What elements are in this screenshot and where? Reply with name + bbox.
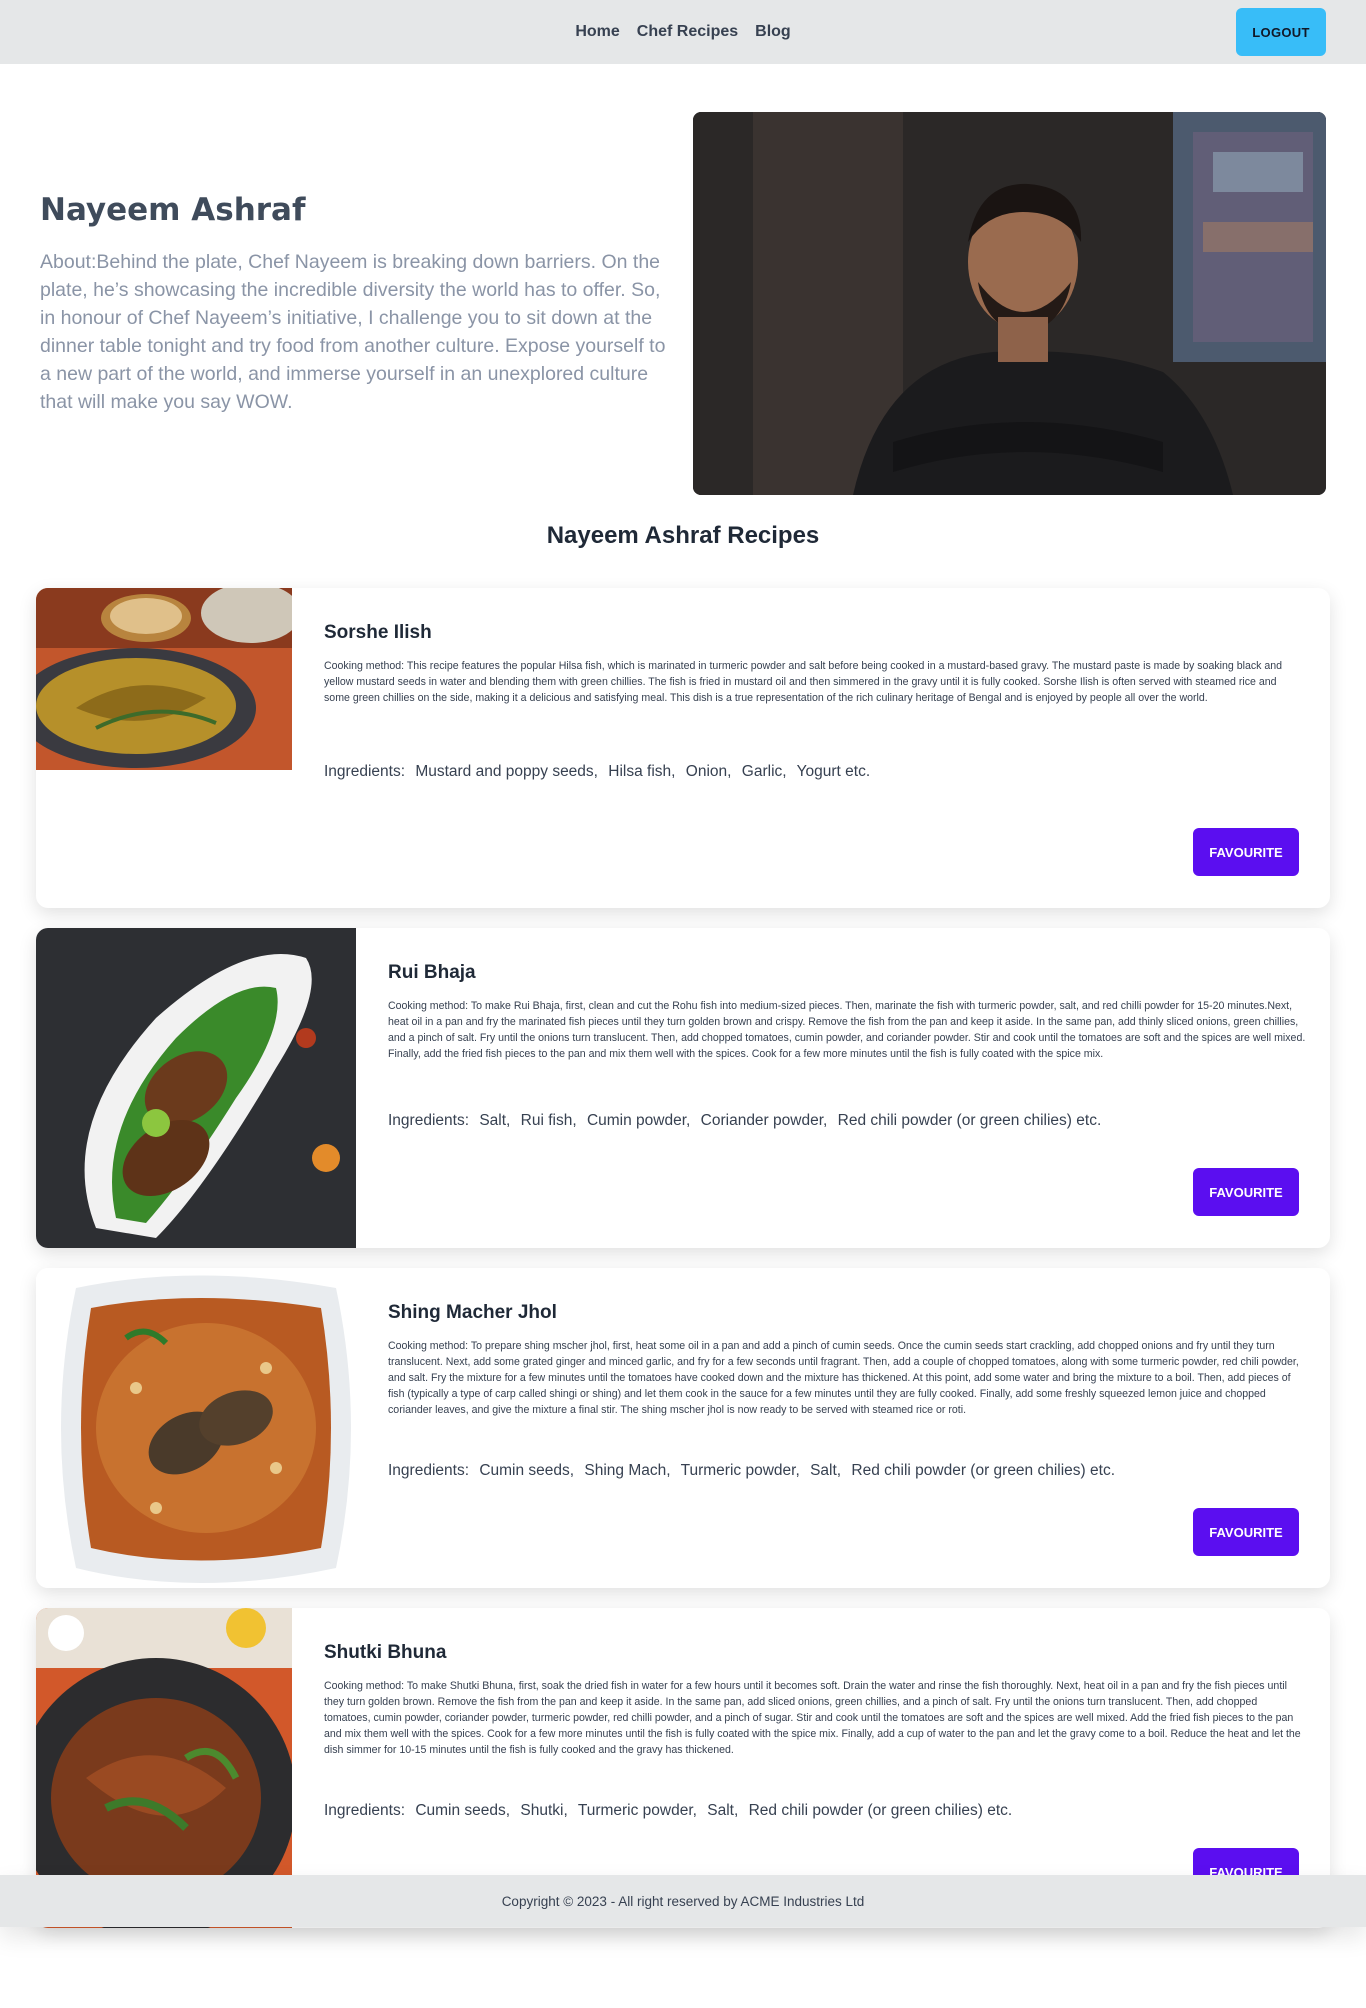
- ingredient: Cumin powder,: [586, 1112, 691, 1129]
- ingredient: Shutki,: [520, 1802, 568, 1819]
- recipe-ingredients: Ingredients: Salt, Rui fish, Cumin powde…: [388, 1112, 1107, 1130]
- chef-name: Nayeem Ashraf: [40, 192, 306, 228]
- recipe-card: Sorshe Ilish Cooking method: This recipe…: [36, 588, 1330, 908]
- ingredient: Rui fish,: [520, 1112, 577, 1129]
- recipe-title: Shing Macher Jhol: [388, 1302, 557, 1323]
- recipe-title: Shutki Bhuna: [324, 1642, 447, 1663]
- nav-link-home[interactable]: Home: [575, 23, 619, 41]
- ingredient: Cumin seeds,: [415, 1802, 511, 1819]
- ingredient: Hilsa fish,: [608, 763, 676, 780]
- recipe-ingredients: Ingredients: Mustard and poppy seeds, Hi…: [324, 763, 876, 781]
- ingredients-label: Ingredients:: [388, 1462, 469, 1479]
- footer: Copyright © 2023 - All right reserved by…: [0, 1875, 1366, 1927]
- favourite-button[interactable]: FAVOURITE: [1193, 1508, 1299, 1556]
- ingredient: Salt,: [479, 1112, 511, 1129]
- navbar: Home Chef Recipes Blog LOGOUT: [0, 0, 1366, 64]
- recipe-body: Rui Bhaja Cooking method: To make Rui Bh…: [388, 928, 1330, 1248]
- recipe-image-rui-bhaja: [36, 928, 356, 1248]
- ingredient: Yogurt etc.: [796, 763, 871, 780]
- ingredient: Garlic,: [741, 763, 787, 780]
- ingredient: Coriander powder,: [700, 1112, 828, 1129]
- recipe-body: Shing Macher Jhol Cooking method: To pre…: [388, 1268, 1330, 1588]
- ingredient: Red chili powder (or green chilies) etc.: [837, 1112, 1102, 1129]
- ingredient: Shing Mach,: [584, 1462, 671, 1479]
- chef-photo: [693, 112, 1326, 495]
- recipe-method: Cooking method: To make Shutki Bhuna, fi…: [324, 1680, 1301, 1756]
- ingredient: Red chili powder (or green chilies) etc.: [851, 1462, 1116, 1479]
- ingredient: Onion,: [685, 763, 732, 780]
- recipe-title: Rui Bhaja: [388, 962, 476, 983]
- recipe-title: Sorshe Ilish: [324, 622, 432, 643]
- nav-links: Home Chef Recipes Blog: [575, 23, 790, 41]
- footer-copyright: Copyright © 2023 - All right reserved by…: [501, 1893, 865, 1909]
- recipe-image-sorshe-ilish: [36, 588, 292, 770]
- recipes-section-title: Nayeem Ashraf Recipes: [546, 522, 820, 549]
- logout-button[interactable]: LOGOUT: [1236, 8, 1326, 56]
- ingredient: Cumin seeds,: [479, 1462, 575, 1479]
- ingredient: Mustard and poppy seeds,: [415, 763, 598, 780]
- ingredient: Turmeric powder,: [577, 1802, 697, 1819]
- favourite-button[interactable]: FAVOURITE: [1193, 828, 1299, 876]
- ingredients-label: Ingredients:: [324, 1802, 405, 1819]
- recipe-image-shing-macher-jhol: [36, 1268, 356, 1588]
- ingredient: Salt,: [707, 1802, 739, 1819]
- nav-link-blog[interactable]: Blog: [755, 23, 791, 41]
- ingredients-label: Ingredients:: [388, 1112, 469, 1129]
- recipe-body: Sorshe Ilish Cooking method: This recipe…: [324, 588, 1330, 908]
- ingredient: Turmeric powder,: [680, 1462, 800, 1479]
- recipe-ingredients: Ingredients: Cumin seeds, Shutki, Turmer…: [324, 1802, 1018, 1820]
- ingredients-label: Ingredients:: [324, 763, 405, 780]
- chef-about: About:Behind the plate, Chef Nayeem is b…: [40, 251, 666, 413]
- favourite-button[interactable]: FAVOURITE: [1193, 1168, 1299, 1216]
- ingredient: Salt,: [810, 1462, 842, 1479]
- recipe-card: Shing Macher Jhol Cooking method: To pre…: [36, 1268, 1330, 1588]
- recipe-ingredients: Ingredients: Cumin seeds, Shing Mach, Tu…: [388, 1462, 1121, 1480]
- recipe-method: Cooking method: To prepare shing mscher …: [388, 1340, 1299, 1416]
- recipe-method: Cooking method: To make Rui Bhaja, first…: [388, 1000, 1306, 1060]
- recipe-method: Cooking method: This recipe features the…: [324, 660, 1283, 704]
- nav-link-chef-recipes[interactable]: Chef Recipes: [637, 23, 738, 41]
- recipe-card: Rui Bhaja Cooking method: To make Rui Bh…: [36, 928, 1330, 1248]
- ingredient: Red chili powder (or green chilies) etc.: [748, 1802, 1013, 1819]
